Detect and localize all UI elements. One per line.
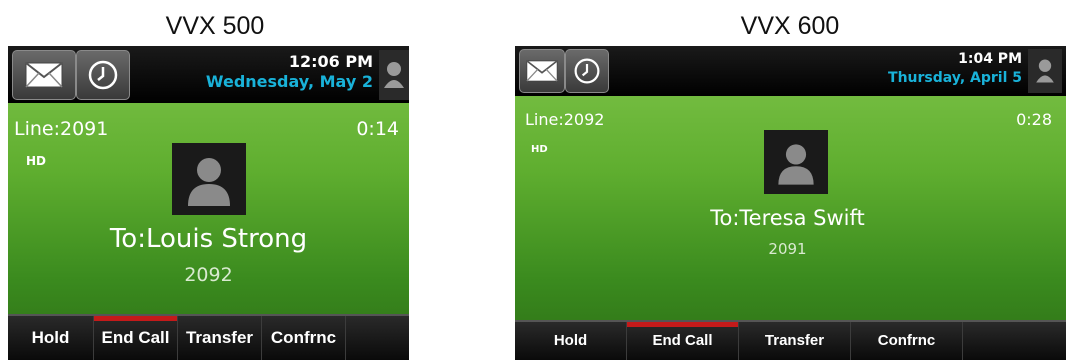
person-icon	[1036, 59, 1054, 83]
model-title-vvx500: VVX 500	[165, 12, 265, 40]
recent-calls-button[interactable]	[565, 49, 609, 93]
clock-date: Thursday, April 5	[888, 70, 1022, 86]
user-avatar-button[interactable]	[379, 50, 409, 100]
clock-time: 12:06 PM	[288, 52, 373, 71]
envelope-icon	[526, 60, 558, 82]
hold-softkey[interactable]: Hold	[8, 316, 94, 360]
messages-button[interactable]	[12, 50, 76, 100]
phone-screen-vvx500: 12:06 PM Wednesday, May 2 Line:2091 0:14…	[8, 46, 409, 360]
clock-time: 1:04 PM	[958, 51, 1022, 67]
transfer-softkey[interactable]: Transfer	[739, 322, 851, 360]
recent-calls-button[interactable]	[76, 50, 130, 100]
envelope-icon	[25, 62, 63, 88]
transfer-softkey[interactable]: Transfer	[178, 316, 262, 360]
line-label: Line:2091	[14, 118, 109, 140]
hd-audio-badge: HD	[26, 154, 47, 168]
contact-avatar	[172, 143, 246, 215]
empty-softkey	[346, 316, 409, 360]
callee-name: To:Louis Strong	[109, 224, 308, 254]
phone-screen-vvx600: 1:04 PM Thursday, April 5 Line:2092 0:28…	[515, 46, 1066, 360]
callee-name: To:Teresa Swift	[710, 206, 865, 230]
softkey-bar: Hold End Call Transfer Confrnc	[515, 320, 1066, 360]
user-avatar-button[interactable]	[1028, 49, 1062, 93]
messages-button[interactable]	[519, 49, 565, 93]
callee-number: 2091	[768, 240, 807, 258]
clock-icon	[88, 60, 118, 90]
end-call-softkey[interactable]: End Call	[627, 322, 739, 360]
clock-date: Wednesday, May 2	[205, 72, 373, 91]
conference-softkey[interactable]: Confrnc	[262, 316, 346, 360]
empty-softkey	[963, 322, 1066, 360]
clock-icon	[574, 58, 600, 84]
status-bar: 1:04 PM Thursday, April 5	[515, 46, 1066, 96]
model-title-vvx600: VVX 600	[740, 12, 840, 40]
person-icon	[384, 62, 404, 88]
callee-number: 2092	[184, 264, 233, 286]
status-bar: 12:06 PM Wednesday, May 2	[8, 46, 409, 103]
person-icon	[778, 144, 814, 185]
contact-avatar	[764, 130, 828, 194]
softkey-bar: Hold End Call Transfer Confrnc	[8, 314, 409, 360]
hold-softkey[interactable]: Hold	[515, 322, 627, 360]
conference-softkey[interactable]: Confrnc	[851, 322, 963, 360]
end-call-softkey[interactable]: End Call	[94, 316, 178, 360]
call-duration: 0:28	[1016, 110, 1052, 129]
person-icon	[188, 158, 230, 206]
call-duration: 0:14	[356, 118, 399, 140]
line-label: Line:2092	[525, 110, 605, 129]
hd-audio-badge: HD	[531, 144, 548, 155]
